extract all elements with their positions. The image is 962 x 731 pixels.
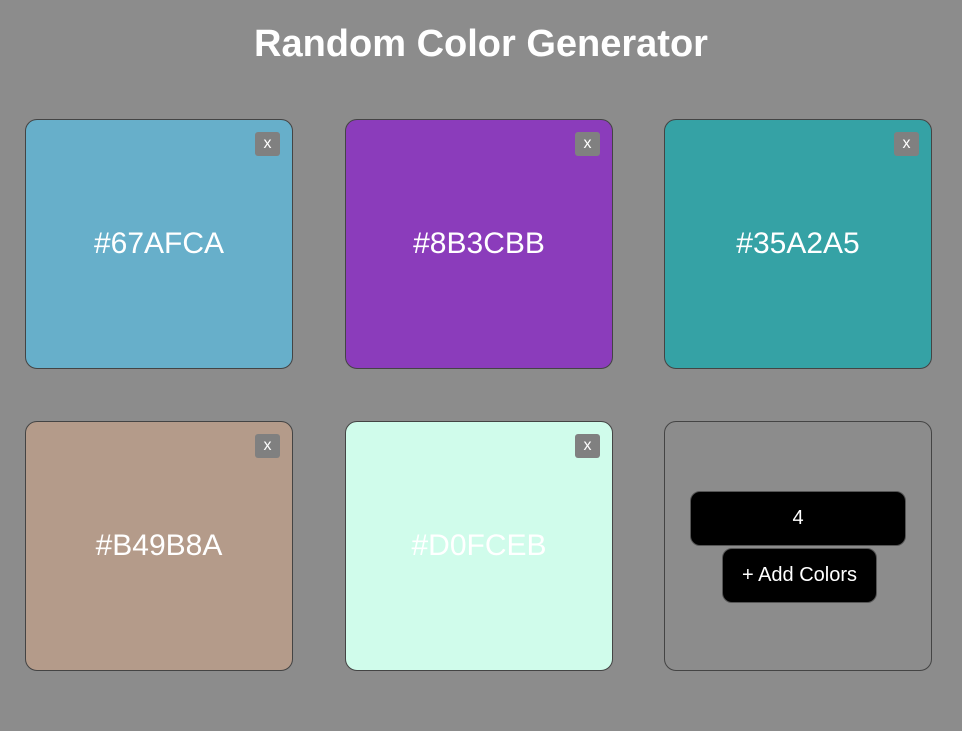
- color-card[interactable]: #D0FCEB x: [345, 421, 613, 671]
- color-hex-label: #B49B8A: [95, 529, 223, 562]
- page-title: Random Color Generator: [254, 23, 708, 65]
- add-colors-button[interactable]: + Add Colors: [722, 548, 877, 603]
- color-count-input[interactable]: [690, 491, 906, 546]
- remove-color-button[interactable]: x: [894, 132, 919, 156]
- remove-color-button[interactable]: x: [575, 132, 600, 156]
- color-hex-label: #D0FCEB: [411, 529, 547, 562]
- color-card[interactable]: #8B3CBB x: [345, 119, 613, 369]
- color-hex-label: #35A2A5: [736, 227, 860, 260]
- color-card[interactable]: #35A2A5 x: [664, 119, 932, 369]
- remove-color-button[interactable]: x: [255, 434, 280, 458]
- color-hex-label: #8B3CBB: [413, 227, 545, 260]
- remove-color-button[interactable]: x: [575, 434, 600, 458]
- add-colors-panel: + Add Colors: [664, 421, 932, 671]
- color-card[interactable]: #67AFCA x: [25, 119, 293, 369]
- remove-color-button[interactable]: x: [255, 132, 280, 156]
- color-hex-label: #67AFCA: [93, 227, 225, 260]
- color-card[interactable]: #B49B8A x: [25, 421, 293, 671]
